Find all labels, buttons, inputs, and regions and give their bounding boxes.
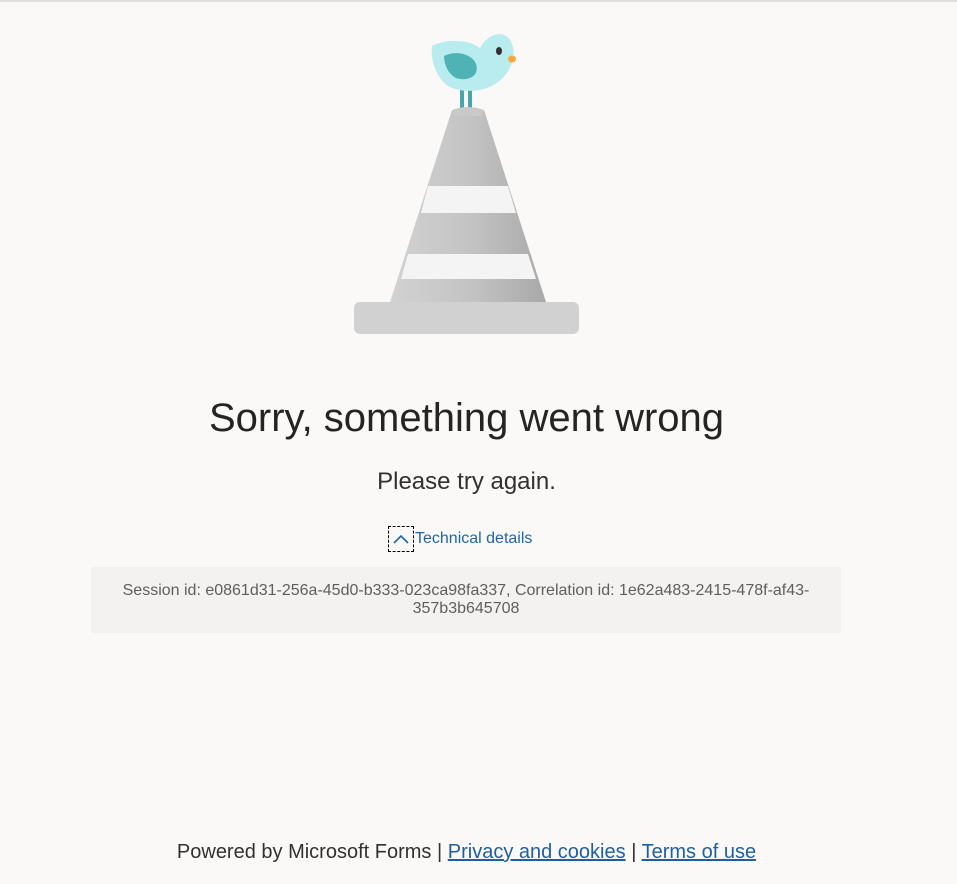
footer-separator-2: | xyxy=(631,841,637,863)
footer-separator-1: | xyxy=(436,841,443,863)
cone-stripe-lower xyxy=(401,254,536,279)
bird-eye xyxy=(496,47,502,55)
error-subtitle: Please try again. xyxy=(377,468,556,495)
error-title: Sorry, something went wrong xyxy=(208,396,725,440)
technical-details-panel: Session id: e0861d31-256a-45d0-b333-023c… xyxy=(91,567,841,633)
privacy-cookies-link[interactable]: Privacy and cookies xyxy=(448,841,626,863)
cone-base xyxy=(354,302,579,334)
chevron-up-icon[interactable] xyxy=(388,526,414,552)
technical-details-toggle[interactable]: Technical details xyxy=(388,524,532,554)
top-border xyxy=(0,0,957,2)
bird-beak xyxy=(508,55,516,63)
session-correlation-text: Session id: e0861d31-256a-45d0-b333-023c… xyxy=(122,582,810,617)
powered-by-text: Powered by Microsoft Forms xyxy=(176,841,432,863)
bird-on-cone-illustration xyxy=(354,34,579,334)
footer: Powered by Microsoft Forms | Privacy and… xyxy=(0,838,933,866)
cone-stripe-upper xyxy=(421,186,516,213)
terms-of-use-link[interactable]: Terms of use xyxy=(642,841,756,863)
technical-details-link[interactable]: Technical details xyxy=(415,526,532,552)
